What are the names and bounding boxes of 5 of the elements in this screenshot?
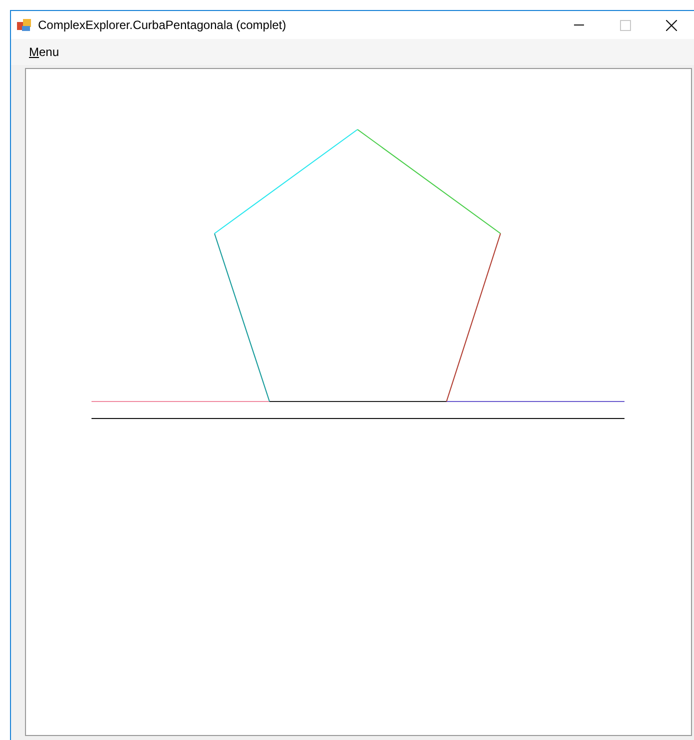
close-icon	[666, 20, 676, 30]
window-title: ComplexExplorer.CurbaPentagonala (complet)	[38, 17, 286, 34]
menu-item[interactable]: Menu	[19, 43, 70, 61]
app-icon	[16, 17, 32, 33]
maximize-icon	[620, 20, 630, 30]
